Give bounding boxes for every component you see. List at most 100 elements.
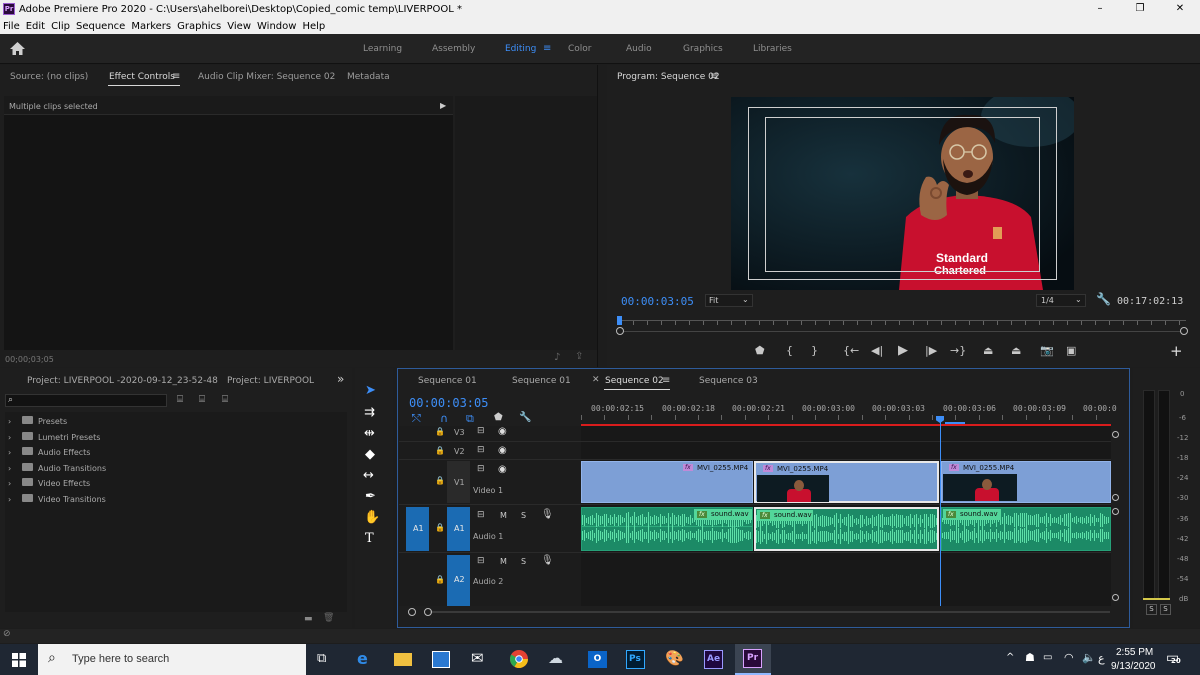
program-zoom-bar[interactable] — [619, 331, 1186, 332]
program-playhead-timecode[interactable]: 00:00:03:05 — [621, 295, 694, 308]
wifi-icon[interactable]: ◠ — [1064, 651, 1074, 664]
timeline-timecode[interactable]: 00:00:03:05 — [409, 396, 488, 410]
track-select-tool-icon[interactable]: ⇉ — [364, 405, 375, 420]
wrench-icon[interactable]: 🔧 — [519, 412, 531, 423]
eye-icon[interactable]: ◉ — [498, 445, 507, 456]
go-to-out-icon[interactable]: →} — [950, 344, 966, 357]
video-clip[interactable]: fx MVI_0255.MP4 — [941, 461, 1111, 503]
tab-audio-clip-mixer[interactable]: Audio Clip Mixer: Sequence 02 — [198, 72, 335, 82]
battery-icon[interactable]: ▭ — [1043, 652, 1052, 663]
sync-lock-icon[interactable]: ⊟ — [477, 510, 485, 520]
audio-clip[interactable]: fx sound.wav — [581, 507, 753, 551]
list-item[interactable]: › Video Effects — [5, 477, 347, 492]
eye-icon[interactable]: ◉ — [498, 426, 507, 437]
mark-in-icon[interactable]: { — [786, 344, 793, 357]
list-item[interactable]: › Video Transitions — [5, 493, 347, 508]
nest-toggle-icon[interactable]: ⤲ — [412, 412, 421, 426]
audio-clip[interactable]: fx sound.wav — [754, 507, 939, 551]
mark-out-icon[interactable]: } — [811, 344, 818, 357]
mail-icon[interactable]: ✉ — [471, 649, 484, 667]
workspace-learning[interactable]: Learning — [363, 44, 402, 54]
after-effects-icon[interactable]: Ae — [704, 650, 723, 669]
razor-tool-icon[interactable]: ◆ — [365, 447, 375, 462]
snap-magnet-icon[interactable]: ∩ — [440, 412, 448, 425]
tab-project-liverpool[interactable]: Project: LIVERPOOL — [227, 376, 314, 386]
tab-sequence-01[interactable]: Sequence 01 — [418, 376, 477, 386]
hand-tool-icon[interactable]: ✋ — [364, 510, 380, 525]
zoom-handle-right[interactable] — [424, 608, 432, 616]
menu-markers[interactable]: Markers — [128, 21, 174, 32]
workspace-editing[interactable]: Editing — [505, 44, 536, 54]
timeline-playhead-line[interactable] — [940, 422, 941, 606]
expand-arrow-icon[interactable]: ▶ — [440, 101, 446, 110]
slip-tool-icon[interactable]: ↔ — [363, 468, 374, 483]
tab-source[interactable]: Source: (no clips) — [10, 72, 88, 82]
solo-button[interactable]: S — [521, 557, 526, 566]
menu-view[interactable]: View — [224, 21, 254, 32]
hamburger-menu-icon[interactable]: ≡ — [543, 43, 551, 54]
lock-icon[interactable]: 🔒 — [435, 476, 445, 485]
track-label-v2[interactable]: V2 — [454, 447, 465, 456]
input-language[interactable]: ع — [1098, 652, 1105, 665]
a1-target[interactable]: A1 — [447, 507, 470, 551]
trash-icon[interactable]: 🗑 — [323, 613, 334, 623]
workspace-audio[interactable]: Audio — [626, 44, 652, 54]
audio-scroll-handle-top[interactable] — [1112, 508, 1119, 515]
project-more-button[interactable]: » — [337, 372, 344, 386]
pen-tool-icon[interactable]: ✒ — [365, 489, 376, 504]
comparison-view-icon[interactable]: ▣ — [1066, 344, 1076, 357]
tab-sequence-01-copy[interactable]: Sequence 01 — [512, 376, 571, 386]
solo-left-button[interactable]: S — [1146, 604, 1157, 615]
tab-sequence-03[interactable]: Sequence 03 — [699, 376, 758, 386]
play-icon[interactable]: ▶ — [898, 343, 908, 358]
step-forward-icon[interactable]: |▶ — [925, 344, 937, 357]
program-video-frame[interactable]: Standard Chartered — [731, 97, 1074, 290]
tab-metadata[interactable]: Metadata — [347, 72, 390, 82]
play-audio-icon[interactable]: ♪ — [554, 352, 560, 363]
solo-button[interactable]: S — [521, 511, 526, 520]
taskbar-search-input[interactable]: ⌕ Type here to search — [38, 644, 306, 675]
lift-icon[interactable]: ⏏ — [983, 344, 993, 357]
track-label-v3[interactable]: V3 — [454, 428, 465, 437]
close-button[interactable]: ✕ — [1160, 0, 1200, 18]
linked-selection-icon[interactable]: ⧉ — [466, 412, 474, 426]
audio-scroll-handle-bottom[interactable] — [1112, 594, 1119, 601]
sync-lock-icon[interactable]: ⊟ — [477, 426, 485, 436]
extract-icon[interactable]: ⏏ — [1011, 344, 1021, 357]
mute-button[interactable]: M — [500, 557, 507, 566]
microsoft-store-icon[interactable] — [432, 651, 450, 668]
workspace-color[interactable]: Color — [568, 44, 592, 54]
sync-lock-icon[interactable]: ⊟ — [477, 445, 485, 455]
find-icon[interactable]: ⌸ — [177, 394, 183, 405]
zoom-handle-left[interactable] — [408, 608, 416, 616]
vertical-scroll-handle-top[interactable] — [1112, 431, 1119, 438]
mute-button[interactable]: M — [500, 511, 507, 520]
video-clip[interactable]: fx MVI_0255.MP4 — [754, 461, 939, 503]
tab-project-liverpool-dated[interactable]: Project: LIVERPOOL -2020-09-12_23-52-48 — [27, 376, 218, 386]
list-view-icon[interactable]: ⌸ — [199, 394, 205, 405]
lock-icon[interactable]: 🔒 — [435, 446, 445, 455]
lock-icon[interactable]: 🔒 — [435, 427, 445, 436]
add-button-icon[interactable]: + — [1170, 342, 1183, 360]
zoom-handle-right[interactable] — [1180, 327, 1188, 335]
list-item[interactable]: › Lumetri Presets — [5, 431, 347, 446]
type-tool-icon[interactable]: T — [365, 531, 374, 546]
sync-lock-icon[interactable]: ⊟ — [477, 464, 485, 474]
program-playhead[interactable] — [617, 316, 622, 325]
menu-edit[interactable]: Edit — [23, 21, 48, 32]
workspace-libraries[interactable]: Libraries — [753, 44, 792, 54]
task-view-icon[interactable]: ⧉ — [317, 651, 326, 666]
program-menu-icon[interactable]: ≡ — [710, 71, 718, 82]
timeline-ruler[interactable]: 00:00:02:15 00:00:02:18 00:00:02:21 00:0… — [581, 397, 1117, 425]
file-explorer-icon[interactable] — [394, 653, 412, 666]
lock-icon[interactable]: 🔒 — [435, 523, 445, 532]
home-icon[interactable] — [10, 42, 25, 55]
taskbar-date[interactable]: 9/13/2020 — [1111, 661, 1156, 672]
audio-clip[interactable]: fx sound.wav — [941, 507, 1111, 551]
microphone-icon[interactable]: 🎙 — [541, 509, 554, 520]
video-clip[interactable]: fx MVI_0255.MP4 — [581, 461, 753, 503]
export-icon[interactable]: ⇪ — [575, 351, 583, 362]
eye-icon[interactable]: ◉ — [498, 464, 507, 475]
timeline-horizontal-scrollbar[interactable] — [430, 611, 1110, 613]
add-marker-icon[interactable]: ⬟ — [494, 412, 503, 423]
